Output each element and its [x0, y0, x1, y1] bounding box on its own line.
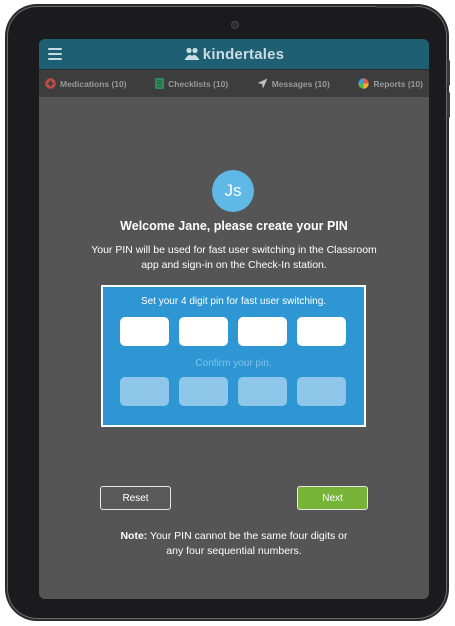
pin-rule-note: Note: Your PIN cannot be the same four d… [119, 529, 349, 559]
tab-messages-label: Messages (10) [271, 78, 330, 89]
pin-input-row [120, 317, 346, 346]
tab-reports[interactable]: Reports (10) [358, 78, 423, 89]
user-avatar: Js [212, 170, 254, 212]
note-label: Note: [120, 530, 148, 542]
tablet-screen-area: kindertales Medications (10) Checklists … [7, 6, 447, 619]
app-header: kindertales [39, 39, 429, 69]
brand-name: kindertales [202, 45, 285, 63]
reports-pie-icon [358, 78, 370, 89]
checklist-icon [155, 78, 165, 89]
tab-bar: Medications (10) Checklists (10) Message… [39, 69, 429, 97]
tab-messages[interactable]: Messages (10) [257, 78, 330, 89]
volume-button [447, 60, 450, 86]
pin-digit-3-input[interactable] [238, 317, 287, 346]
page-title: Welcome Jane, please create your PIN [120, 219, 348, 233]
confirm-digit-1-input[interactable] [120, 377, 169, 406]
medication-icon [45, 78, 56, 89]
tab-medications[interactable]: Medications (10) [45, 78, 127, 89]
confirm-pin-input-row [120, 377, 346, 406]
pin-description: Your PIN will be used for fast user swit… [91, 244, 377, 271]
paper-plane-icon [257, 78, 268, 89]
menu-icon[interactable] [48, 48, 62, 60]
confirm-pin-label: Confirm your pin. [195, 358, 272, 369]
pin-entry-box: Set your 4 digit pin for fast user switc… [101, 285, 366, 427]
tab-medications-label: Medications (10) [60, 78, 127, 89]
reset-button[interactable]: Reset [100, 486, 171, 510]
kindertales-logo-icon [184, 47, 200, 60]
tab-checklists[interactable]: Checklists (10) [155, 78, 228, 89]
brand-logo: kindertales [184, 46, 284, 63]
tab-reports-label: Reports (10) [373, 78, 423, 89]
note-text: Your PIN cannot be the same four digits … [150, 530, 348, 557]
confirm-digit-3-input[interactable] [238, 377, 287, 406]
pin-digit-1-input[interactable] [120, 317, 169, 346]
next-button[interactable]: Next [297, 486, 368, 510]
tab-checklists-label: Checklists (10) [168, 78, 229, 89]
create-pin-panel: Js Welcome Jane, please create your PIN … [39, 97, 429, 599]
pin-digit-2-input[interactable] [179, 317, 228, 346]
confirm-digit-4-input[interactable] [297, 377, 346, 406]
confirm-digit-2-input[interactable] [179, 377, 228, 406]
pin-digit-4-input[interactable] [297, 317, 346, 346]
volume-button-lower [447, 92, 450, 118]
pin-prompt: Set your 4 digit pin for fast user switc… [140, 296, 327, 307]
app-screen: kindertales Medications (10) Checklists … [39, 39, 429, 599]
